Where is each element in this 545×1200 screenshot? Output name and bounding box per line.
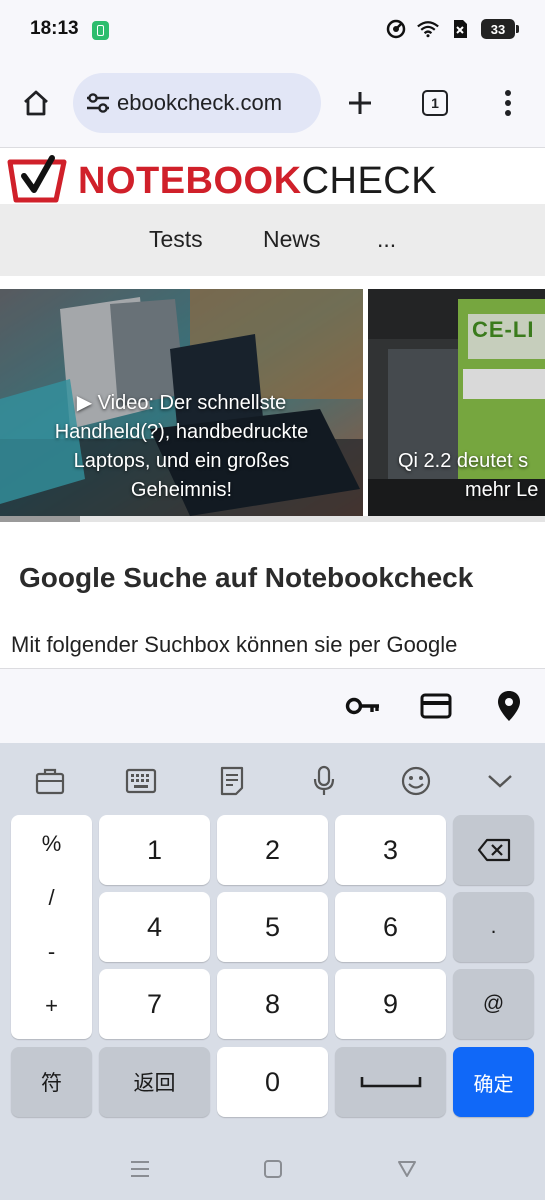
- menu-button[interactable]: [485, 80, 531, 126]
- carousel-slide-1[interactable]: ▶ Video: Der schnellste Handheld(?), han…: [0, 289, 363, 516]
- home-button[interactable]: [13, 80, 59, 126]
- key-2[interactable]: 2: [217, 815, 328, 885]
- key-4[interactable]: 4: [99, 892, 210, 962]
- square-icon: [264, 1160, 282, 1178]
- chevron-down-icon: [488, 775, 512, 788]
- keyboard-icon: [125, 768, 157, 794]
- slide-1-caption-line3: Laptops, und ein großes: [73, 450, 290, 472]
- site-header: NOTEBOOKCHECK: [0, 148, 545, 212]
- carousel-scrollbar[interactable]: [0, 516, 545, 522]
- back-key[interactable]: 返回: [99, 1047, 210, 1117]
- emoji-tool[interactable]: [396, 761, 436, 801]
- article-body: Mit folgender Suchbox können sie per Goo…: [11, 632, 458, 657]
- key-plus[interactable]: +: [11, 993, 92, 1019]
- key-0[interactable]: 0: [217, 1047, 328, 1117]
- microphone-icon: [313, 765, 335, 795]
- key-at[interactable]: @: [453, 969, 534, 1039]
- key-7[interactable]: 7: [99, 969, 210, 1039]
- location-pin-icon: [498, 691, 520, 721]
- symbol-column[interactable]: % / - +: [11, 815, 92, 1039]
- credit-card-icon: [420, 693, 452, 719]
- nav-news[interactable]: News: [263, 226, 321, 253]
- emoji-icon: [401, 766, 431, 796]
- status-bar: 18:13 33: [0, 0, 545, 60]
- more-vert-icon: [505, 90, 511, 116]
- slide-1-caption-line1: ▶ Video: Der schnellste: [76, 392, 287, 414]
- addresses-button[interactable]: [489, 686, 529, 726]
- status-icons: 33: [385, 18, 519, 40]
- logo-black-text: CHECK: [301, 160, 438, 202]
- note-icon: [220, 766, 244, 796]
- key-9[interactable]: 9: [335, 969, 446, 1039]
- notes-tool[interactable]: [212, 761, 252, 801]
- battery-icon: 33: [481, 19, 519, 39]
- slide-2-caption: Qi 2.2 deutet s mehr Le: [398, 447, 545, 505]
- nav-more[interactable]: ...: [377, 226, 396, 253]
- triangle-back-icon: [398, 1161, 416, 1177]
- key-6[interactable]: 6: [335, 892, 446, 962]
- briefcase-icon: [35, 768, 65, 795]
- confirm-key[interactable]: 确定: [453, 1047, 534, 1117]
- recents-button[interactable]: [125, 1154, 155, 1184]
- key-icon: [345, 697, 379, 715]
- news-carousel[interactable]: ▶ Video: Der schnellste Handheld(?), han…: [0, 276, 545, 534]
- key-dot[interactable]: .: [453, 892, 534, 962]
- payment-methods-button[interactable]: [416, 686, 456, 726]
- slide-1-caption-line2: Handheld(?), handbedruckte: [54, 421, 309, 443]
- back-nav-button[interactable]: [392, 1154, 422, 1184]
- site-nav: Tests News ...: [0, 204, 545, 276]
- voice-input-tool[interactable]: [304, 761, 344, 801]
- site-settings-icon[interactable]: [83, 88, 113, 118]
- wifi-icon: [417, 18, 439, 40]
- url-text: ebookcheck.com: [117, 90, 283, 115]
- browser-toolbar: ebookcheck.com 1: [0, 60, 545, 148]
- carousel-scroll-thumb[interactable]: [0, 516, 80, 522]
- slide-1-caption: ▶ Video: Der schnellste Handheld(?), han…: [20, 389, 343, 505]
- battery-level: 33: [490, 21, 506, 37]
- space-icon: [360, 1077, 421, 1088]
- url-bar[interactable]: ebookcheck.com: [73, 73, 321, 133]
- article-title: Google Suche auf Notebookcheck: [19, 562, 474, 593]
- backspace-icon: [477, 838, 510, 862]
- slide-2-caption-line1: Qi 2.2 deutet s: [398, 450, 529, 472]
- tab-switcher-button[interactable]: 1: [412, 80, 458, 126]
- key-percent[interactable]: %: [11, 831, 92, 857]
- home-icon: [24, 90, 48, 116]
- plus-icon: [349, 92, 371, 114]
- autofill-bar: [0, 668, 545, 743]
- keyboard: % / - + 1 2 3 4 5 6 . 7 8 9 @ 符 返回 0 确定: [0, 743, 545, 1136]
- key-3[interactable]: 3: [335, 815, 446, 885]
- hide-keyboard-tool[interactable]: [480, 761, 520, 801]
- booth-sign: CE-LI: [472, 317, 535, 342]
- keyboard-layout-tool[interactable]: [121, 761, 161, 801]
- menu-lines-icon: [131, 1161, 149, 1177]
- key-slash[interactable]: /: [11, 885, 92, 911]
- key-minus[interactable]: -: [11, 939, 92, 965]
- new-tab-button[interactable]: [337, 80, 383, 126]
- logo-red-text: NOTEBOOK: [78, 160, 302, 202]
- space-key[interactable]: [335, 1047, 446, 1117]
- carousel-slide-2[interactable]: CE-LI Qi 2.2 deutet s mehr Le: [368, 289, 545, 516]
- app-notification-icon: [92, 21, 109, 40]
- backspace-key[interactable]: [453, 815, 534, 885]
- nav-tests[interactable]: Tests: [149, 226, 203, 253]
- key-1[interactable]: 1: [99, 815, 210, 885]
- data-saver-icon: [385, 18, 407, 40]
- slide-2-caption-line2: mehr Le: [465, 479, 539, 501]
- key-5[interactable]: 5: [217, 892, 328, 962]
- notebookcheck-logo[interactable]: NOTEBOOKCHECK: [78, 160, 437, 203]
- passwords-button[interactable]: [343, 686, 383, 726]
- key-8[interactable]: 8: [217, 969, 328, 1039]
- symbol-switch-key[interactable]: 符: [11, 1047, 92, 1117]
- no-sim-icon: [449, 18, 471, 40]
- home-nav-button[interactable]: [258, 1154, 288, 1184]
- slide-1-caption-line4: Geheimnis!: [130, 479, 233, 501]
- system-navigation: [0, 1136, 545, 1200]
- tab-count: 1: [422, 90, 448, 116]
- status-time: 18:13: [30, 18, 79, 39]
- clipboard-tool[interactable]: [30, 761, 70, 801]
